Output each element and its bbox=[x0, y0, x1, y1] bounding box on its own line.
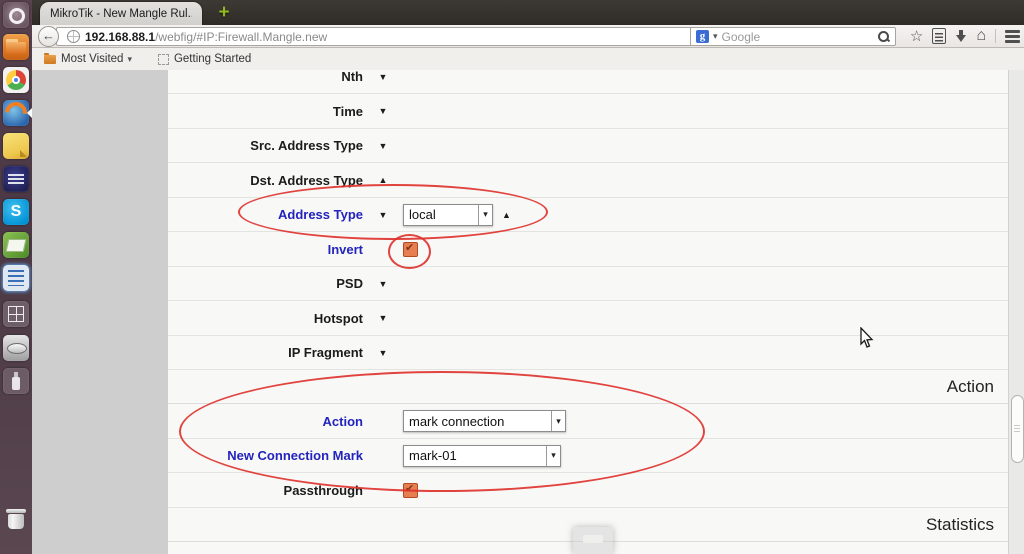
home-icon[interactable] bbox=[976, 27, 986, 45]
mouse-cursor bbox=[860, 327, 874, 348]
expand-arrow-icon[interactable]: ▼ bbox=[363, 72, 403, 82]
expand-arrow-icon[interactable]: ▼ bbox=[363, 348, 403, 358]
search-icon[interactable] bbox=[878, 30, 890, 43]
row-label: Invert bbox=[327, 241, 363, 257]
google-favicon-icon: g bbox=[696, 30, 709, 43]
trash-icon[interactable] bbox=[3, 506, 29, 532]
usb-drive-icon[interactable] bbox=[3, 368, 29, 394]
document-viewer-icon[interactable] bbox=[3, 265, 29, 291]
page-left-gutter bbox=[32, 70, 168, 554]
favicon-placeholder-icon bbox=[157, 53, 169, 65]
search-placeholder: Google bbox=[721, 29, 761, 44]
form-row-nth: Nth ▼ bbox=[168, 70, 1008, 94]
new-tab-button[interactable]: + bbox=[212, 3, 236, 23]
row-label: IP Fragment bbox=[288, 345, 363, 360]
downloads-icon[interactable] bbox=[955, 29, 967, 43]
bookmarks-menu-icon[interactable] bbox=[932, 28, 947, 44]
dash-home-icon[interactable] bbox=[3, 2, 29, 28]
bookmark-label: Most Visited bbox=[61, 53, 124, 65]
eclipse-icon[interactable] bbox=[3, 166, 29, 192]
sticky-notes-icon[interactable] bbox=[3, 133, 29, 159]
files-icon[interactable] bbox=[3, 34, 29, 60]
bookmarks-bar: Most Visited ▾ Getting Started bbox=[32, 48, 1024, 71]
hard-disk-icon[interactable] bbox=[3, 335, 29, 361]
back-button[interactable]: ← bbox=[38, 26, 59, 47]
navigation-toolbar: ← 192.168.88.1 /webfig/#IP:Firewall.Mang… bbox=[32, 25, 1024, 48]
bookmark-star-icon[interactable] bbox=[910, 27, 923, 46]
focused-app-arrow bbox=[27, 108, 32, 118]
expand-arrow-icon[interactable]: ▼ bbox=[363, 106, 403, 116]
tab-title: MikroTik - New Mangle Rul... bbox=[50, 7, 192, 20]
form-row-src-address-type: Src. Address Type ▼ bbox=[168, 129, 1008, 163]
chromium-icon[interactable] bbox=[3, 67, 29, 93]
url-bar[interactable]: 192.168.88.1 /webfig/#IP:Firewall.Mangle… bbox=[56, 27, 724, 46]
workspace-switcher-icon[interactable] bbox=[3, 301, 29, 327]
annotation-ellipse-action bbox=[179, 371, 705, 492]
url-domain: 192.168.88.1 bbox=[85, 29, 156, 44]
active-tab[interactable]: MikroTik - New Mangle Rul... bbox=[40, 2, 202, 25]
row-label: PSD bbox=[336, 276, 363, 291]
search-engine-dropdown-icon[interactable]: ▾ bbox=[713, 31, 718, 42]
expand-arrow-icon[interactable]: ▼ bbox=[363, 279, 403, 289]
menu-hamburger-icon[interactable] bbox=[1005, 29, 1020, 43]
faint-overlay-panel bbox=[573, 527, 613, 554]
url-path: /webfig/#IP:Firewall.Mangle.new bbox=[155, 29, 328, 44]
bookmark-most-visited[interactable]: Most Visited ▾ bbox=[38, 51, 138, 67]
section-title: Statistics bbox=[925, 514, 994, 534]
expand-arrow-icon[interactable]: ▼ bbox=[363, 313, 403, 323]
section-title: Action bbox=[946, 376, 994, 396]
form-row-psd: PSD ▼ bbox=[168, 267, 1008, 301]
form-row-ip-fragment: IP Fragment ▼ bbox=[168, 336, 1008, 370]
search-input[interactable]: g ▾ Google bbox=[690, 27, 896, 46]
folder-icon bbox=[44, 52, 56, 64]
row-label: Src. Address Type bbox=[250, 138, 363, 153]
site-globe-icon bbox=[67, 30, 80, 43]
bookmark-getting-started[interactable]: Getting Started bbox=[152, 51, 257, 67]
form-row-invert: Invert bbox=[168, 232, 1008, 267]
bookmark-label: Getting Started bbox=[173, 53, 252, 65]
firefox-icon[interactable] bbox=[3, 100, 29, 126]
tab-bar: MikroTik - New Mangle Rul... + bbox=[32, 0, 1024, 25]
unity-launcher: S bbox=[0, 0, 32, 554]
form-row-hotspot: Hotspot ▼ bbox=[168, 301, 1008, 336]
toolbar-separator bbox=[995, 29, 996, 43]
chevron-down-icon: ▾ bbox=[127, 53, 132, 64]
skype-icon[interactable]: S bbox=[3, 199, 29, 225]
scrollbar-thumb[interactable] bbox=[1011, 395, 1024, 463]
row-label: Hotspot bbox=[313, 310, 363, 326]
scrollbar-track[interactable] bbox=[1008, 70, 1024, 554]
annotation-ellipse-address-type bbox=[238, 184, 548, 240]
annotation-ellipse-invert bbox=[388, 234, 431, 269]
row-label: Time bbox=[332, 103, 363, 119]
row-label: Nth bbox=[341, 70, 363, 84]
dictionary-icon[interactable] bbox=[3, 232, 29, 258]
form-row-time: Time ▼ bbox=[168, 94, 1008, 129]
expand-arrow-icon[interactable]: ▼ bbox=[363, 141, 403, 151]
